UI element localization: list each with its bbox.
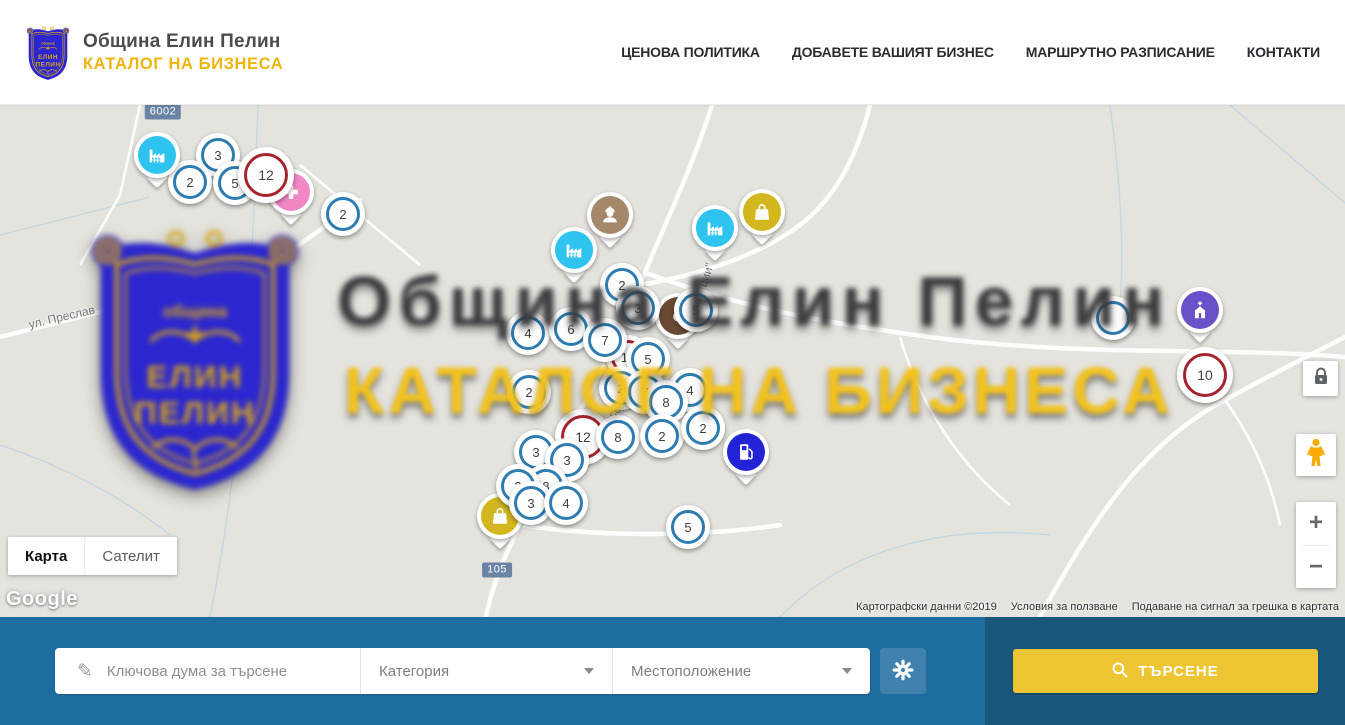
business-pin[interactable] [551, 227, 597, 273]
cluster-marker[interactable]: 5 [666, 505, 710, 549]
attribution-copyright: Картографски данни ©2019 [856, 601, 997, 613]
cluster-count: 8 [601, 420, 635, 454]
page: община ЕЛИН ПЕЛИН Община Елин Пелин КАТА… [0, 0, 1345, 725]
map-canvas[interactable]: 6002105ул. Преславбул. „Новоселции" 3 2 … [0, 105, 1345, 617]
pencil-icon: ✎ [77, 660, 93, 683]
fuel-pump-icon [727, 433, 765, 471]
cluster-marker[interactable] [1091, 296, 1135, 340]
map-type-map-button[interactable]: Карта [8, 537, 84, 575]
nav-add-your-business[interactable]: ДОБАВЕТЕ ВАШИЯТ БИЗНЕС [792, 44, 994, 60]
cluster-marker[interactable]: 4 [544, 481, 588, 525]
business-pin[interactable] [723, 429, 769, 475]
site-header: община ЕЛИН ПЕЛИН Община Елин Пелин КАТА… [0, 0, 1345, 105]
cluster-marker[interactable]: 2 [321, 192, 365, 236]
cluster-count: 5 [671, 510, 705, 544]
cluster-count: 2 [326, 197, 360, 231]
attribution-terms-link[interactable]: Условия за ползване [1011, 601, 1118, 613]
cluster-marker[interactable]: 2 [640, 414, 684, 458]
business-pin[interactable] [1177, 287, 1223, 333]
nav-route-schedule[interactable]: МАРШРУТНО РАЗПИСАНИЕ [1026, 44, 1215, 60]
zoom-control: + − [1296, 502, 1336, 588]
cluster-count: 3 [514, 486, 548, 520]
pegman-control[interactable] [1296, 434, 1336, 476]
nav-pricing-policy[interactable]: ЦЕНОВА ПОЛИТИКА [621, 44, 760, 60]
pegman-icon [1305, 438, 1327, 473]
map-type-satellite-button[interactable]: Сателит [84, 537, 177, 575]
business-pin[interactable] [692, 205, 738, 251]
cluster-marker[interactable]: 7 [583, 318, 627, 362]
cluster-marker[interactable]: 5 [674, 288, 718, 332]
search-group: ✎ Категория Местоположение [55, 648, 870, 694]
street-view-lock-button[interactable] [1303, 361, 1338, 396]
brand-text: Община Елин Пелин КАТАЛОГ НА БИЗНЕСА [83, 31, 283, 74]
map-markers-layer: 3 2 5 12 2 2 3 5 4 6 13 7 5 2 2 7 4 8 [0, 105, 1345, 617]
cluster-count: 3 [621, 291, 655, 325]
business-pin[interactable] [739, 189, 785, 235]
factory-icon [696, 209, 734, 247]
svg-text:ПЕЛИН: ПЕЛИН [35, 61, 60, 68]
zoom-out-button[interactable]: − [1296, 546, 1336, 589]
nav-contacts[interactable]: КОНТАКТИ [1247, 44, 1320, 60]
location-select-label: Местоположение [631, 663, 751, 680]
cluster-count: 5 [679, 293, 713, 327]
search-submit-label: ТЪРСЕНЕ [1138, 663, 1219, 680]
cluster-marker[interactable]: 2 [681, 406, 725, 450]
search-submit-panel: ТЪРСЕНЕ [985, 617, 1345, 725]
search-icon [1111, 661, 1128, 682]
chevron-down-icon [842, 668, 852, 674]
advanced-search-settings-button[interactable] [880, 648, 926, 694]
cluster-count: 2 [645, 419, 679, 453]
cluster-marker[interactable]: 2 [507, 370, 551, 414]
svg-text:ЕЛИН: ЕЛИН [38, 54, 58, 61]
cluster-marker[interactable]: 4 [506, 311, 550, 355]
keyword-field: ✎ [55, 648, 360, 694]
location-select[interactable]: Местоположение [612, 648, 870, 694]
category-select[interactable]: Категория [360, 648, 612, 694]
church-icon [1181, 291, 1219, 329]
map-attribution: Картографски данни ©2019 Условия за полз… [856, 601, 1339, 613]
cluster-count: 2 [512, 375, 546, 409]
cluster-marker[interactable]: 12 [238, 147, 294, 203]
attribution-report-error-link[interactable]: Подаване на сигнал за грешка в картата [1132, 601, 1339, 613]
main-nav: ЦЕНОВА ПОЛИТИКА ДОБАВЕТЕ ВАШИЯТ БИЗНЕС М… [621, 44, 1320, 60]
search-bar: ТЪРСЕНЕ ✎ Категория Местоположение [0, 617, 1345, 725]
site-subtitle: КАТАЛОГ НА БИЗНЕСА [83, 55, 283, 74]
gear-icon [891, 658, 915, 685]
factory-icon [555, 231, 593, 269]
business-pin[interactable] [134, 132, 180, 178]
category-select-label: Категория [379, 663, 449, 680]
municipality-crest-logo: община ЕЛИН ПЕЛИН [25, 23, 71, 81]
cluster-count: 4 [549, 486, 583, 520]
factory-icon [138, 136, 176, 174]
cluster-count: 2 [686, 411, 720, 445]
shopping-bag-icon [743, 193, 781, 231]
svg-text:община: община [41, 41, 54, 45]
cluster-count: 12 [244, 153, 288, 197]
cluster-marker[interactable]: 10 [1177, 347, 1233, 403]
map-type-switcher: Карта Сателит [8, 537, 177, 575]
keyword-input[interactable] [107, 663, 360, 680]
chevron-down-icon [584, 668, 594, 674]
cluster-marker[interactable]: 8 [596, 415, 640, 459]
cluster-count: 7 [588, 323, 622, 357]
site-brand[interactable]: община ЕЛИН ПЕЛИН Община Елин Пелин КАТА… [25, 23, 283, 81]
cluster-count: 10 [1183, 353, 1227, 397]
cluster-count [1096, 301, 1130, 335]
site-title: Община Елин Пелин [83, 31, 283, 53]
google-logo[interactable]: Google [6, 588, 78, 611]
cluster-marker[interactable]: 3 [616, 286, 660, 330]
cluster-count: 4 [511, 316, 545, 350]
zoom-in-button[interactable]: + [1296, 502, 1336, 545]
search-submit-button[interactable]: ТЪРСЕНЕ [1013, 649, 1318, 693]
lock-icon [1313, 367, 1329, 390]
